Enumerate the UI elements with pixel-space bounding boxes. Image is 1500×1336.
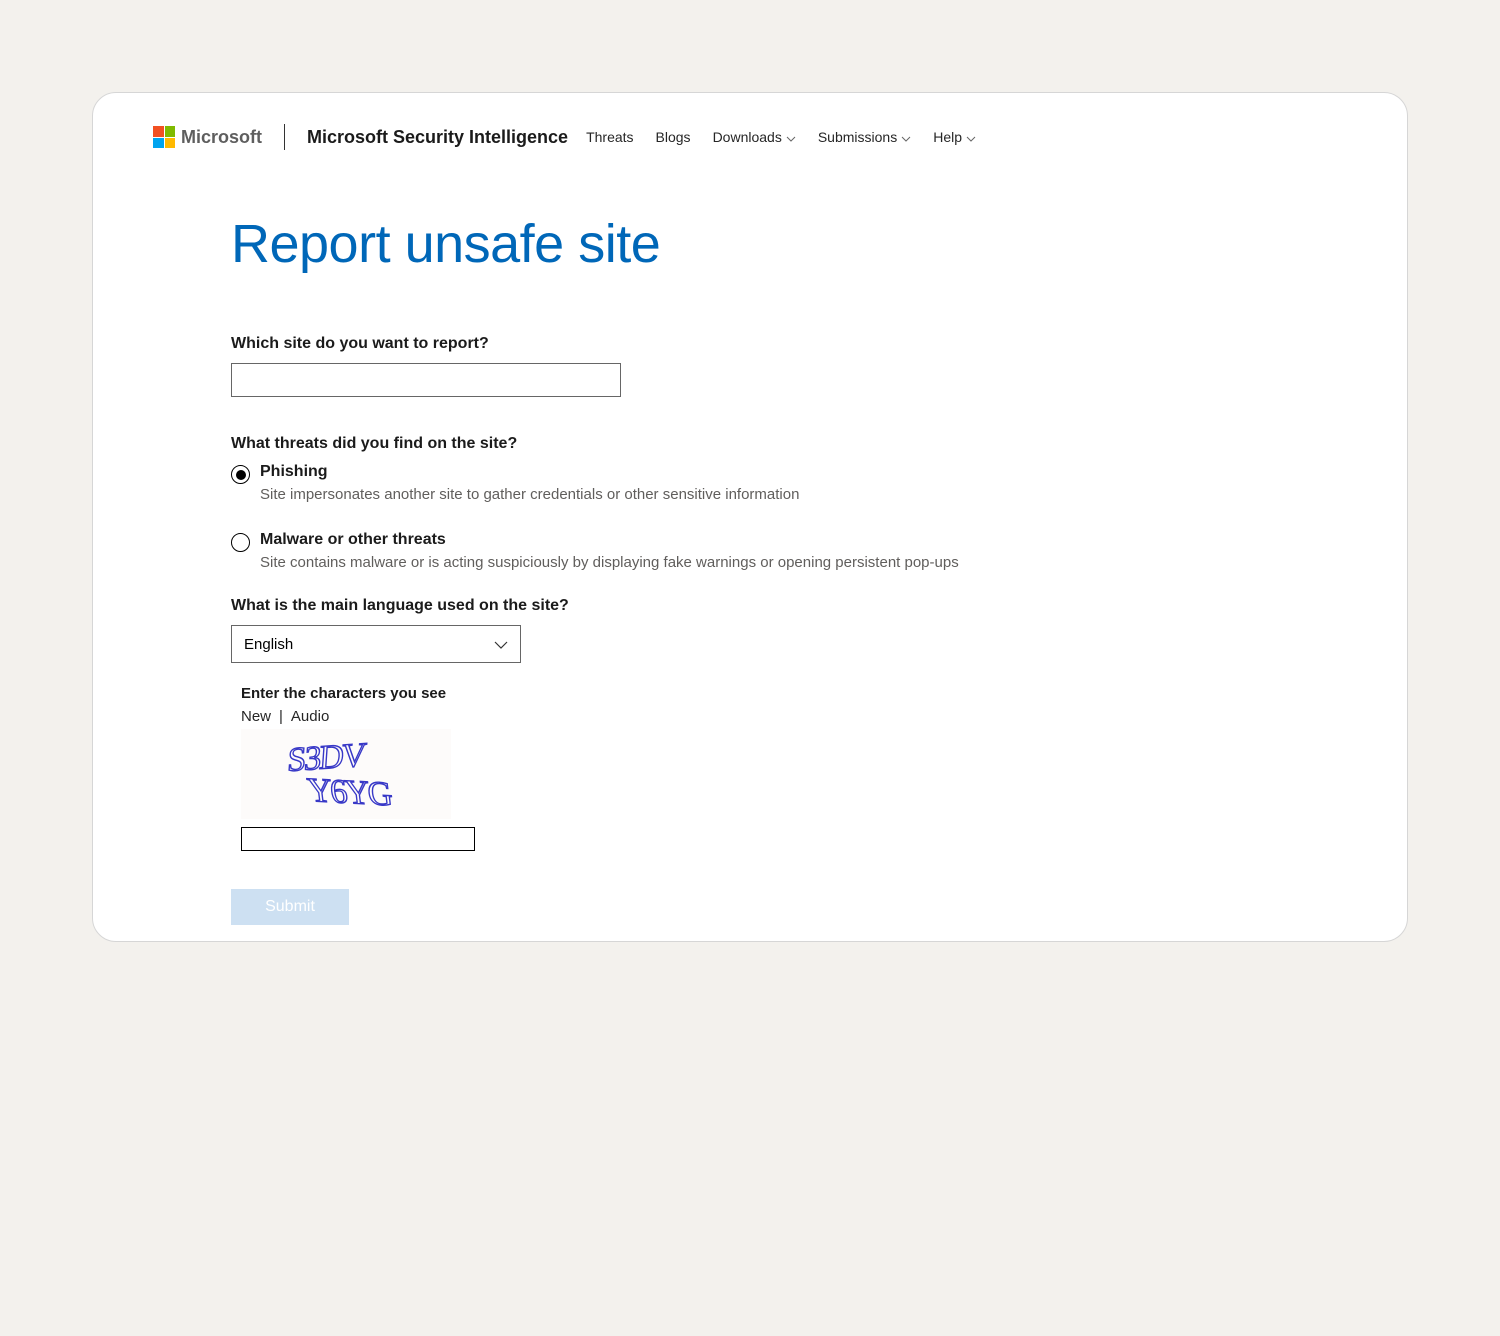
radio-phishing[interactable]: [231, 465, 250, 484]
app-window: Microsoft Microsoft Security Intelligenc…: [92, 92, 1408, 942]
microsoft-logo-icon: [153, 126, 175, 148]
captcha-new-link[interactable]: New: [241, 708, 271, 725]
captcha-audio-link[interactable]: Audio: [291, 708, 329, 725]
radio-selected-icon: [236, 470, 246, 480]
content: Report unsafe site Which site do you wan…: [231, 213, 1347, 925]
chevron-down-icon: [786, 129, 796, 145]
language-selected: English: [244, 636, 293, 653]
header: Microsoft Microsoft Security Intelligenc…: [153, 117, 1347, 157]
threats-section: What threats did you find on the site? P…: [231, 435, 1347, 571]
nav-downloads-label: Downloads: [713, 129, 782, 145]
threats-label: What threats did you find on the site?: [231, 435, 1347, 453]
chevron-down-icon: [966, 129, 976, 145]
product-name[interactable]: Microsoft Security Intelligence: [307, 127, 568, 148]
chevron-down-icon: [901, 129, 911, 145]
radio-malware-desc: Site contains malware or is acting suspi…: [260, 554, 1347, 571]
radio-malware-block: Malware or other threats Site contains m…: [231, 531, 1347, 571]
nav-submissions[interactable]: Submissions: [818, 129, 911, 145]
microsoft-logo[interactable]: Microsoft: [153, 126, 262, 148]
radio-malware-label: Malware or other threats: [260, 531, 446, 549]
radio-phishing-desc: Site impersonates another site to gather…: [260, 486, 1347, 503]
nav-help[interactable]: Help: [933, 129, 976, 145]
captcha-input[interactable]: [241, 827, 475, 851]
captcha-section: Enter the characters you see New | Audio…: [241, 685, 1347, 851]
captcha-label: Enter the characters you see: [241, 685, 1347, 702]
submit-button-label: Submit: [265, 898, 315, 916]
captcha-text-line2: Y6YG: [305, 771, 393, 813]
captcha-image: S3DV Y6YG: [241, 729, 451, 819]
site-input[interactable]: [231, 363, 621, 397]
language-section: What is the main language used on the si…: [231, 597, 1347, 663]
nav-threats[interactable]: Threats: [586, 129, 633, 145]
report-form: Which site do you want to report? What t…: [231, 335, 1347, 925]
language-select[interactable]: English: [231, 625, 521, 663]
header-divider: [284, 124, 285, 150]
nav-help-label: Help: [933, 129, 962, 145]
nav-downloads[interactable]: Downloads: [713, 129, 796, 145]
language-label: What is the main language used on the si…: [231, 597, 1347, 615]
submit-button[interactable]: Submit: [231, 889, 349, 925]
nav-blogs-label: Blogs: [656, 129, 691, 145]
microsoft-logo-text: Microsoft: [181, 127, 262, 148]
captcha-sep: |: [279, 708, 283, 725]
radio-malware[interactable]: [231, 533, 250, 552]
radio-phishing-label: Phishing: [260, 463, 328, 481]
page-title: Report unsafe site: [231, 213, 1347, 275]
nav-threats-label: Threats: [586, 129, 633, 145]
nav-submissions-label: Submissions: [818, 129, 897, 145]
nav-blogs[interactable]: Blogs: [656, 129, 691, 145]
radio-phishing-block: Phishing Site impersonates another site …: [231, 463, 1347, 503]
site-label: Which site do you want to report?: [231, 335, 1347, 353]
captcha-links: New | Audio: [241, 708, 1347, 725]
chevron-down-icon: [494, 636, 508, 653]
nav: Threats Blogs Downloads Submissions Help: [586, 129, 976, 145]
